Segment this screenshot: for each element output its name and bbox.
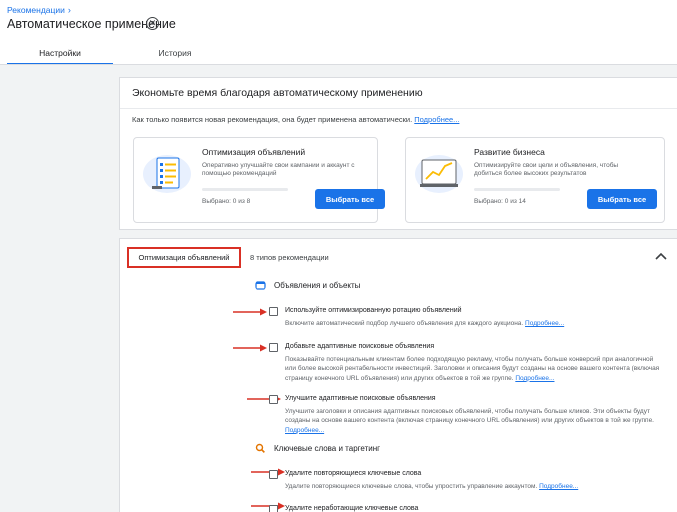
chevron-right-icon: › <box>67 5 71 15</box>
group-ads-and-assets: Объявления и объекты <box>255 280 360 291</box>
checklist-illustration-icon <box>143 155 191 193</box>
breadcrumb[interactable]: Рекомендации › <box>7 5 71 15</box>
recommendation-description-text: Удалите повторяющиеся ключевые слова, чт… <box>285 483 538 490</box>
recommendation-description-text: Показывайте потенциальным клиентам более… <box>285 356 660 382</box>
auto-apply-intro-card: Экономьте время благодаря автоматическом… <box>119 77 677 230</box>
growth-chart-illustration-icon <box>415 155 463 193</box>
recommendation-title: Используйте оптимизированную ротацию объ… <box>285 307 462 314</box>
recommendation-title: Улучшите адаптивные поисковые объявления <box>285 395 436 402</box>
group-title: Объявления и объекты <box>274 281 361 290</box>
recommendation-checkbox[interactable] <box>269 395 278 404</box>
recommendation-title: Удалите неработающие ключевые слова <box>285 505 419 512</box>
recommendation-checkbox[interactable] <box>269 343 278 352</box>
red-arrow-icon <box>251 502 285 510</box>
breadcrumb-link[interactable]: Рекомендации <box>7 5 65 15</box>
business-growth-card: Развитие бизнеса Оптимизируйте свои цели… <box>405 137 665 223</box>
learn-more-link[interactable]: Подробнее... <box>414 115 459 124</box>
learn-more-link[interactable]: Подробнее... <box>525 320 564 327</box>
section-count: 8 типов рекомендации <box>250 253 329 262</box>
close-icon[interactable]: ✕ <box>146 17 159 30</box>
search-icon <box>255 443 266 454</box>
ads-icon <box>255 281 266 290</box>
recommendation-description: Улучшите заголовки и описания адаптивных… <box>285 407 665 435</box>
ad-optimization-description: Оперативно улучшайте свои кампании и акк… <box>202 162 355 178</box>
intro-card-title: Экономьте время благодаря автоматическом… <box>132 87 423 99</box>
red-arrow-icon <box>251 468 285 476</box>
recommendation-description: Включите автоматический подбор лучшего о… <box>285 319 665 328</box>
learn-more-link[interactable]: Подробнее... <box>539 483 578 490</box>
tab-bar: Настройки История <box>0 40 229 65</box>
recommendation-checkbox[interactable] <box>269 505 278 512</box>
section-label: Оптимизация объявлений <box>127 247 241 268</box>
recommendation-description: Показывайте потенциальным клиентам более… <box>285 355 665 383</box>
learn-more-link[interactable]: Подробнее... <box>515 375 554 382</box>
page-header: Рекомендации › Автоматическое применение… <box>0 0 677 65</box>
red-arrow-icon <box>233 308 267 316</box>
select-all-business-growth-button[interactable]: Выбрать все <box>587 189 657 209</box>
recommendation-description: Удалите повторяющиеся ключевые слова, чт… <box>285 482 665 491</box>
business-growth-description: Оптимизируйте свои цели и объявления, чт… <box>474 162 619 178</box>
business-growth-progress-bar <box>474 188 560 191</box>
learn-more-link[interactable]: Подробнее... <box>285 427 324 434</box>
ad-optimization-section: Оптимизация объявлений 8 типов рекоменда… <box>119 238 677 512</box>
recommendation-checkbox[interactable] <box>269 307 278 316</box>
recommendation-description-text: Включите автоматический подбор лучшего о… <box>285 320 524 327</box>
chevron-up-icon[interactable] <box>653 248 669 264</box>
recommendation-title: Добавьте адаптивные поисковые объявления <box>285 343 435 350</box>
recommendation-title: Удалите повторяющиеся ключевые слова <box>285 470 422 477</box>
recommendation-description-text: Улучшите заголовки и описания адаптивных… <box>285 408 654 425</box>
intro-card-description: Как только появится новая рекомендация, … <box>132 115 459 124</box>
ad-optimization-progress-bar <box>202 188 288 191</box>
tab-history[interactable]: История <box>121 40 229 65</box>
header-divider <box>0 64 677 65</box>
group-title: Ключевые слова и таргетинг <box>274 444 381 453</box>
select-all-ad-optimization-button[interactable]: Выбрать все <box>315 189 385 209</box>
divider <box>120 108 677 109</box>
business-growth-title: Развитие бизнеса <box>474 147 545 157</box>
intro-description-text: Как только появится новая рекомендация, … <box>132 115 413 124</box>
ad-optimization-title: Оптимизация объявлений <box>202 147 306 157</box>
business-growth-selected-count: Выбрано: 0 из 14 <box>474 198 526 205</box>
ad-optimization-selected-count: Выбрано: 0 из 8 <box>202 198 251 205</box>
group-keywords-and-targeting: Ключевые слова и таргетинг <box>255 443 380 454</box>
red-arrow-icon <box>233 344 267 352</box>
ad-optimization-card: Оптимизация объявлений Оперативно улучша… <box>133 137 385 223</box>
recommendation-checkbox[interactable] <box>269 470 278 479</box>
tab-settings[interactable]: Настройки <box>7 40 113 65</box>
